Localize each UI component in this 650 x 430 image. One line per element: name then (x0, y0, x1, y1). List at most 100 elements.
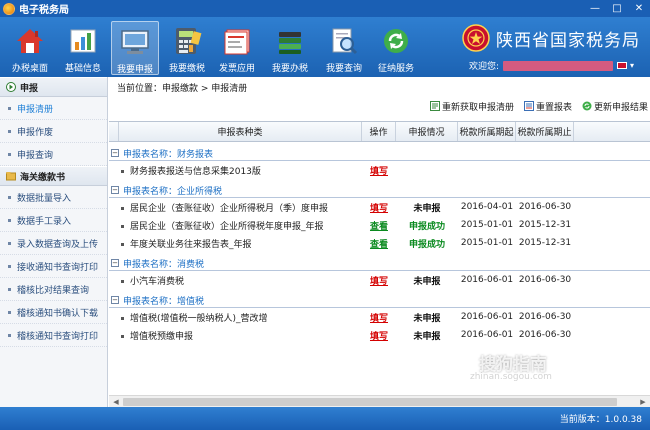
row-name: 居民企业（查账征收）企业所得税月（季）度申报 (130, 203, 329, 214)
sidebar: 申报 申报清册申报作废申报查询海关缴款书数据批量导入 数据手工录入录入数据查询及上传… (0, 77, 108, 407)
row-name-cell: 年度关联业务往来报告表_年报 (119, 237, 362, 250)
period-end: 2016-06-30 (518, 202, 572, 212)
view-link[interactable]: 查看 (362, 219, 396, 232)
collapse-icon[interactable]: − (111, 186, 119, 194)
sidebar-item[interactable]: 申报清册 (0, 97, 107, 120)
bullet-icon (8, 310, 11, 314)
sidebar-item-label: 接收通知书查询打印 (17, 262, 99, 273)
section-header[interactable]: − 申报表名称：消费税 (109, 256, 650, 271)
section-header[interactable]: − 申报表名称：企业所得税 (109, 183, 650, 198)
table-row: 增值税预缴申报 填写 未申报 2016-06-01 2016-06-30 (109, 326, 650, 344)
header-filler (574, 122, 650, 141)
reload-list-icon (429, 101, 440, 111)
nav-monitor[interactable]: 我要申报 (111, 21, 159, 75)
bullet-icon (8, 218, 11, 222)
sidebar-item[interactable]: 申报作废 (0, 120, 107, 143)
reset-report-icon (523, 101, 534, 111)
user-menu-dropdown-icon[interactable]: ▾ (630, 61, 634, 70)
nav-label: 基础信息 (64, 64, 101, 74)
col-type: 申报表种类 (119, 122, 362, 141)
toolbar-button[interactable]: 重新获取申报清册 (429, 100, 514, 113)
sidebar-item[interactable]: 稽核通知书查询打印 (0, 324, 107, 347)
toolbar-button[interactable]: 更新申报结果 (582, 100, 648, 113)
close-icon[interactable]: ✕ (628, 0, 650, 17)
sidebar-item[interactable]: 申报查询 (0, 143, 107, 166)
nav-home[interactable]: 办税桌面 (6, 21, 54, 75)
sidebar-item-label: 数据手工录入 (17, 216, 72, 227)
sidebar-item-label: 稽核通知书查询打印 (17, 331, 99, 342)
bullet-icon (121, 316, 124, 320)
bullet-icon (8, 195, 11, 199)
sidebar-item[interactable]: 稽核通知书确认下载 (0, 301, 107, 324)
status-badge: 未申报 (413, 313, 441, 324)
chart-icon (68, 26, 98, 56)
toolbar-button-label: 重新获取申报清册 (441, 102, 514, 113)
nav-books[interactable]: 我要办税 (266, 21, 314, 75)
col-period-start: 税款所属期起 (458, 122, 516, 141)
table-row: 增值税(增值税一般纳税人)_营改增 填写 未申报 2016-06-01 2016-06-… (109, 308, 650, 326)
sidebar-group-title: 海关缴款书 (20, 172, 66, 183)
sidebar-item[interactable]: 数据手工录入 (0, 209, 107, 232)
period-start: 2016-04-01 (460, 202, 514, 212)
sidebar-item-label: 稽核比对结果查询 (17, 285, 90, 296)
scroll-thumb[interactable] (123, 398, 617, 406)
fill-link[interactable]: 填写 (362, 164, 396, 177)
nav-invoice[interactable]: 发票应用 (213, 21, 261, 75)
sidebar-item[interactable]: 数据批量导入 (0, 186, 107, 209)
fill-link[interactable]: 填写 (362, 311, 396, 324)
calculator-icon (172, 26, 202, 56)
status-badge: 未申报 (413, 331, 441, 342)
maximize-icon[interactable]: □ (606, 0, 628, 17)
section-header[interactable]: − 申报表名称：财务报表 (109, 146, 650, 161)
sidebar-group-header[interactable]: 申报 (0, 77, 107, 97)
bullet-icon (121, 206, 124, 210)
minimize-icon[interactable]: — (584, 0, 606, 17)
declaration-table: 申报表种类 操作 申报情况 税款所属期起 税款所属期止 − 申报表名称：财务报表财… (109, 121, 650, 401)
nav-chart[interactable]: 基础信息 (59, 21, 107, 75)
sidebar-item[interactable]: 录入数据查询及上传 (0, 232, 107, 255)
fill-link[interactable]: 填写 (362, 274, 396, 287)
view-link[interactable]: 查看 (362, 237, 396, 250)
sidebar-item-label: 数据批量导入 (17, 193, 72, 204)
nav-calculator[interactable]: 我要缴税 (163, 21, 211, 75)
nav-refresh[interactable]: 征纳服务 (372, 21, 420, 75)
period-end: 2015-12-31 (518, 238, 572, 248)
scroll-left-icon[interactable]: ◀ (111, 397, 121, 407)
row-name: 小汽车消费税 (130, 276, 185, 287)
fill-link[interactable]: 填写 (362, 201, 396, 214)
row-name-cell: 增值税(增值税一般纳税人)_营改增 (119, 311, 362, 324)
section-header[interactable]: − 申报表名称：增值税 (109, 293, 650, 308)
arrow-right-icon (6, 82, 16, 92)
scroll-right-icon[interactable]: ▶ (638, 397, 648, 407)
sidebar-item[interactable]: 稽核比对结果查询 (0, 278, 107, 301)
row-name: 增值税预缴申报 (130, 331, 194, 342)
collapse-icon[interactable]: − (111, 296, 119, 304)
row-name: 居民企业（查账征收）企业所得税年度申报_年报 (130, 221, 324, 232)
period-end: 2015-12-31 (518, 220, 572, 230)
status-badge: 未申报 (413, 276, 441, 287)
row-name: 增值税(增值税一般纳税人)_营改增 (130, 313, 268, 324)
fill-link[interactable]: 填写 (362, 329, 396, 342)
bullet-icon (8, 152, 11, 156)
collapse-icon[interactable]: − (111, 149, 119, 157)
sidebar-item[interactable]: 接收通知书查询打印 (0, 255, 107, 278)
bullet-icon (121, 224, 124, 228)
sidebar-group-header[interactable]: 海关缴款书 (0, 166, 107, 186)
bullet-icon (8, 129, 11, 133)
horizontal-scrollbar[interactable]: ◀ ▶ (109, 395, 650, 407)
sidebar-item-label: 申报作废 (17, 127, 54, 138)
watermark-logo-icon (455, 352, 475, 373)
toolbar-button[interactable]: 重置报表 (523, 100, 572, 113)
bullet-icon (121, 334, 124, 338)
row-name: 年度关联业务往来报告表_年报 (130, 239, 252, 250)
row-name-cell: 财务报表报送与信息采集2013版 (119, 164, 362, 177)
section-title: 申报表名称：增值税 (123, 296, 205, 307)
nav-magnifier-document[interactable]: 我要查询 (320, 21, 368, 75)
period-start: 2015-01-01 (460, 220, 514, 230)
collapse-icon[interactable]: − (111, 259, 119, 267)
col-status: 申报情况 (396, 122, 458, 141)
status-badge: 申报成功 (408, 239, 445, 250)
toolbar-button-label: 更新申报结果 (593, 102, 648, 113)
period-start: 2016-06-01 (460, 312, 514, 322)
welcome-area: 欢迎您: ▾ (469, 59, 634, 72)
